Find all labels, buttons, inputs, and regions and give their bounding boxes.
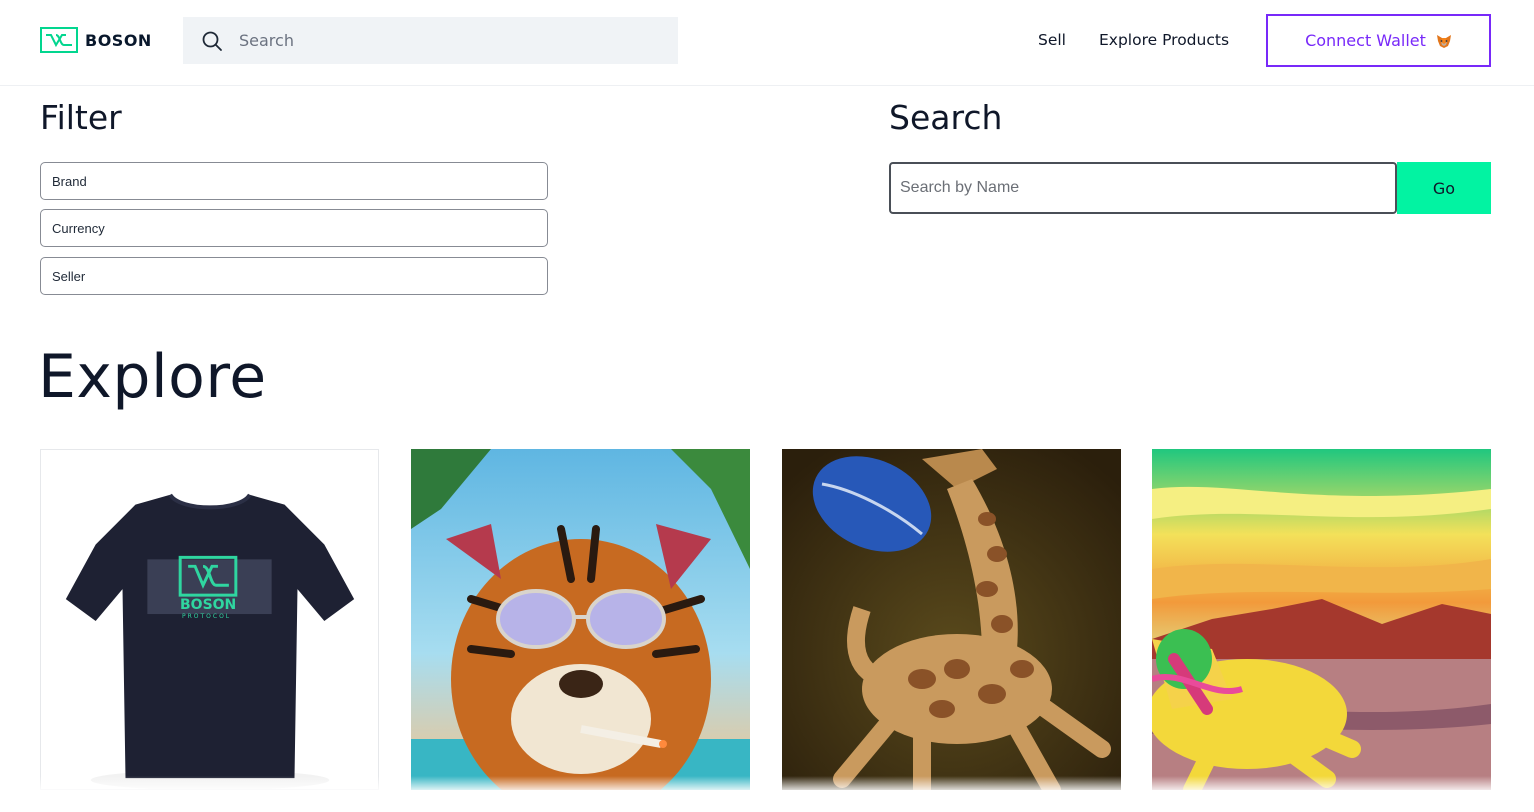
global-search-input[interactable] — [239, 31, 659, 50]
product-card-giraffe[interactable] — [782, 449, 1121, 790]
seller-filter-select[interactable]: Seller — [40, 257, 548, 295]
metamask-fox-icon — [1436, 34, 1451, 48]
boson-logo-icon — [40, 27, 78, 53]
filter-heading: Filter — [40, 98, 122, 137]
horse-rider-art-image — [1152, 449, 1491, 790]
scroll-fade — [0, 776, 1534, 812]
search-by-name-input[interactable] — [889, 162, 1397, 214]
giraffe-art-image — [782, 449, 1121, 790]
search-heading: Search — [889, 98, 1003, 137]
top-nav: BOSON Sell Explore Products Connect Wall… — [0, 0, 1534, 86]
go-button[interactable]: Go — [1397, 162, 1491, 214]
tshirt-print-text: BOSON — [180, 597, 237, 613]
logo-text: BOSON — [85, 30, 152, 50]
explore-heading: Explore — [38, 342, 267, 412]
product-card-tiger[interactable] — [411, 449, 750, 790]
product-card-horse-rider[interactable] — [1152, 449, 1491, 790]
connect-wallet-label: Connect Wallet — [1305, 31, 1426, 50]
tshirt-print-subtext: PROTOCOL — [182, 613, 232, 620]
boson-logo[interactable]: BOSON — [40, 27, 152, 53]
currency-filter-select[interactable]: Currency — [40, 209, 548, 247]
connect-wallet-button[interactable]: Connect Wallet — [1266, 14, 1491, 67]
tiger-art-image — [411, 449, 750, 790]
nav-explore-products[interactable]: Explore Products — [1099, 31, 1229, 49]
global-search[interactable] — [183, 17, 678, 64]
nav-sell[interactable]: Sell — [1038, 31, 1066, 49]
product-card-tshirt[interactable]: BOSON PROTOCOL — [40, 449, 379, 790]
brand-filter-select[interactable]: Brand — [40, 162, 548, 200]
search-icon — [202, 31, 222, 51]
